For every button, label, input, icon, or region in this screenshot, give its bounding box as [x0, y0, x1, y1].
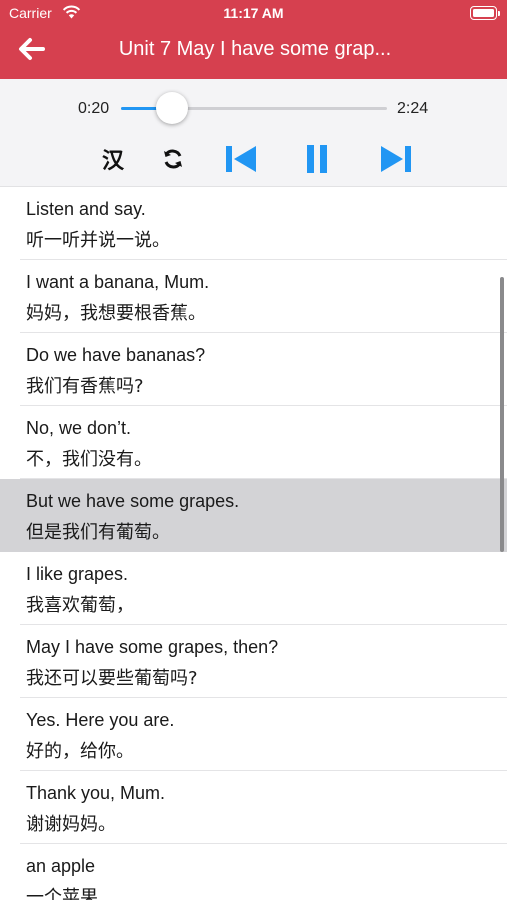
current-time: 0:20 [78, 100, 110, 117]
sentence-row[interactable]: May I have some grapes, then? 我还可以要些葡萄吗? [0, 625, 507, 698]
page-title: Unit 7 May I have some grap... [118, 38, 392, 60]
sentence-chinese: 但是我们有葡萄。 [26, 522, 170, 543]
sentence-english: May I have some grapes, then? [26, 637, 279, 657]
sentence-row[interactable]: Thank you, Mum. 谢谢妈妈。 [0, 771, 507, 844]
sentence-chinese: 妈妈，我想要根香蕉。 [26, 303, 206, 324]
sentence-english: I want a banana, Mum. [26, 272, 210, 292]
sentence-row[interactable]: Yes. Here you are. 好的，给你。 [0, 698, 507, 771]
clock: 11:17 AM [223, 5, 284, 21]
sentence-row[interactable]: Listen and say. 听一听并说一说。 [0, 187, 507, 260]
sentence-chinese: 不，我们没有。 [26, 449, 152, 470]
sentence-english: an apple [26, 856, 96, 876]
repeat-icon [164, 149, 182, 169]
sentence-english: No, we don’t. [26, 418, 132, 438]
back-arrow-icon[interactable] [16, 35, 46, 63]
sentence-row[interactable]: Do we have bananas? 我们有香蕉吗? [0, 333, 507, 406]
sentence-english: But we have some grapes. [26, 491, 240, 511]
sentence-row[interactable]: No, we don’t. 不，我们没有。 [0, 406, 507, 479]
sentence-list: Listen and say. 听一听并说一说。 I want a banana… [0, 187, 507, 900]
chinese-toggle-button[interactable]: 汉 [98, 142, 128, 176]
list-scrollbar[interactable] [500, 277, 504, 552]
sentence-row[interactable]: I want a banana, Mum. 妈妈，我想要根香蕉。 [0, 260, 507, 333]
sentence-chinese: 听一听并说一说。 [26, 230, 170, 251]
total-time: 2:24 [397, 100, 429, 117]
sentence-english: Yes. Here you are. [26, 710, 175, 730]
pause-button[interactable] [302, 142, 332, 176]
header-bar: Carrier 11:17 AM Unit 7 May I have some … [0, 0, 507, 79]
sentence-english: Do we have bananas? [26, 345, 206, 365]
sentence-english: I like grapes. [26, 564, 129, 584]
sentence-chinese: 我们有香蕉吗? [26, 376, 144, 397]
sentence-english: Listen and say. [26, 199, 146, 219]
sentence-row-selected[interactable]: But we have some grapes. 但是我们有葡萄。 [0, 479, 507, 552]
sentence-chinese: 谢谢妈妈。 [26, 814, 116, 835]
status-bar: Carrier 11:17 AM [0, 0, 507, 28]
next-button[interactable] [378, 142, 414, 176]
sentence-chinese: 一个苹果 [26, 887, 98, 900]
repeat-button[interactable] [160, 142, 186, 176]
battery-icon [470, 6, 500, 20]
previous-button[interactable] [224, 142, 258, 176]
sentence-chinese: 我还可以要些葡萄吗? [26, 668, 198, 689]
slider-thumb[interactable] [155, 92, 188, 124]
sentence-chinese: 好的，给你。 [26, 741, 134, 762]
audio-player: 0:20 2:24 汉 [0, 79, 507, 187]
sentence-chinese: 我喜欢葡萄， [26, 595, 134, 616]
sentence-row[interactable]: an apple 一个苹果 [0, 844, 507, 900]
skip-previous-icon [226, 146, 256, 172]
sentence-row[interactable]: I like grapes. 我喜欢葡萄， [0, 552, 507, 625]
sentence-english: Thank you, Mum. [26, 783, 166, 803]
pause-icon [307, 145, 327, 173]
skip-next-icon [381, 146, 411, 172]
